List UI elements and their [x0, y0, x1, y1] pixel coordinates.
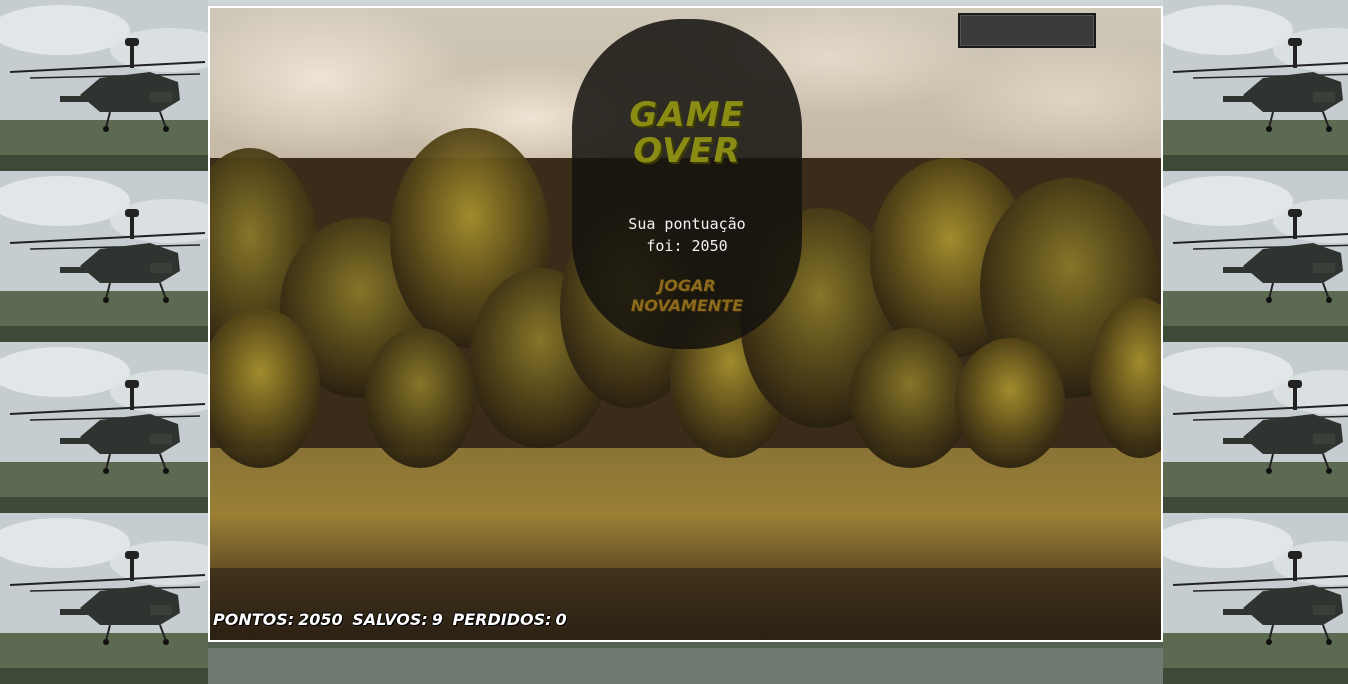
helicopter-icon	[1163, 342, 1348, 513]
lost-value: 0	[555, 610, 567, 629]
helicopter-icon	[0, 171, 208, 342]
game-over-title: GAME OVER	[572, 97, 802, 169]
helicopter-icon	[1163, 513, 1348, 684]
helicopter-wallpaper-right	[1163, 0, 1348, 684]
final-score-line1: Sua pontuação	[628, 215, 746, 233]
points-value: 2050	[298, 610, 343, 629]
final-score-text: Sua pontuação foi: 2050	[572, 213, 802, 257]
play-again-line1: JOGAR	[658, 276, 716, 295]
helicopter-icon	[0, 342, 208, 513]
play-again-button[interactable]: JOGAR NOVAMENTE	[602, 276, 772, 316]
play-again-line2: NOVAMENTE	[630, 296, 744, 315]
energy-bar	[958, 13, 1096, 48]
score-hud: PONTOS: 2050 SALVOS: 9 PERDIDOS: 0	[213, 610, 571, 629]
game-over-title-line2: OVER	[633, 131, 741, 171]
lost-label: PERDIDOS:	[452, 610, 552, 629]
helicopter-wallpaper-left	[0, 0, 208, 684]
helicopter-icon	[1163, 171, 1348, 342]
game-over-title-line1: GAME	[629, 95, 745, 135]
points-label: PONTOS:	[213, 610, 295, 629]
helicopter-icon	[0, 0, 208, 171]
game-area[interactable]: GAME OVER Sua pontuação foi: 2050 JOGAR …	[208, 6, 1163, 642]
final-score-line2: foi: 2050	[646, 237, 728, 255]
saved-value: 9	[431, 610, 443, 629]
helicopter-icon	[1163, 0, 1348, 171]
helicopter-icon	[0, 513, 208, 684]
saved-label: SALVOS:	[352, 610, 428, 629]
game-over-panel: GAME OVER Sua pontuação foi: 2050 JOGAR …	[572, 19, 802, 349]
